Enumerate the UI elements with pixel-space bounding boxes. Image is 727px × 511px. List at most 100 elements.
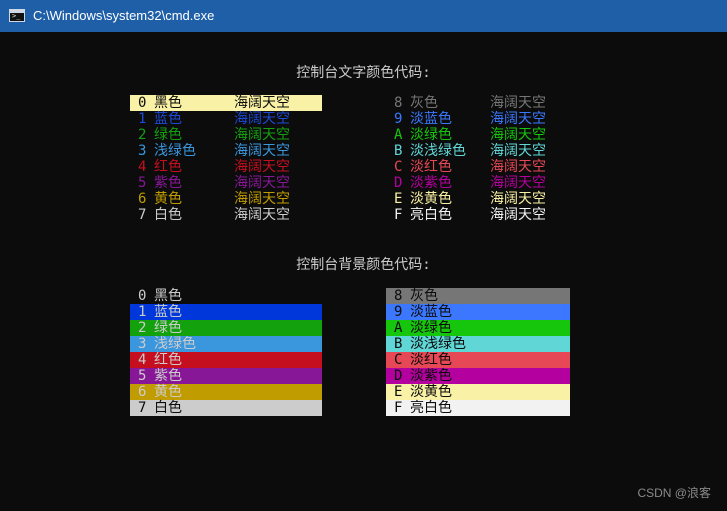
color-name: 黑色 [154, 95, 182, 111]
text-color-row: 1 蓝色 海阔天空 [130, 111, 322, 127]
text-color-heading: 控制台文字颜色代码: [296, 65, 431, 81]
text-color-row: 6 黄色 海阔天空 [130, 191, 322, 207]
color-name: 浅绿色 [154, 143, 196, 159]
bg-color-bright-swatch-row: C 淡红色 [386, 352, 570, 368]
text-color-bright-row: A 淡绿色 海阔天空 [386, 127, 570, 143]
text-color-row: 5 紫色 海阔天空 [130, 175, 322, 191]
color-name: 淡紫色 [410, 175, 452, 191]
sample-text: 海阔天空 [234, 159, 290, 175]
color-code: D [394, 175, 403, 191]
color-code: 3 [138, 143, 147, 159]
color-code: C [394, 352, 403, 368]
text-color-bright-row: B 淡浅绿色 海阔天空 [386, 143, 570, 159]
color-code: 6 [138, 384, 147, 400]
color-code: 9 [394, 304, 403, 320]
bg-color-bright-swatch-row: 9 淡蓝色 [386, 304, 570, 320]
color-code: A [394, 127, 403, 143]
color-name: 绿色 [154, 320, 182, 336]
color-code: 1 [138, 111, 147, 127]
color-name: 红色 [154, 159, 182, 175]
color-name: 红色 [154, 352, 182, 368]
color-code: 0 [138, 95, 147, 111]
color-name: 黑色 [154, 288, 182, 304]
color-name: 黄色 [154, 384, 182, 400]
bg-color-bright-swatch-row: B 淡浅绿色 [386, 336, 570, 352]
color-name: 淡蓝色 [410, 304, 452, 320]
color-name: 淡浅绿色 [410, 143, 466, 159]
color-code: C [394, 159, 403, 175]
color-name: 白色 [154, 207, 182, 223]
cmd-app-icon[interactable] [9, 9, 25, 22]
color-code: B [394, 336, 403, 352]
bg-color-bright-swatch-row: E 淡黄色 [386, 384, 570, 400]
color-name: 紫色 [154, 175, 182, 191]
color-name: 黄色 [154, 191, 182, 207]
watermark: CSDN @浪客 [637, 486, 711, 500]
sample-text: 海阔天空 [234, 111, 290, 127]
color-code: 5 [138, 368, 147, 384]
sample-text: 海阔天空 [234, 143, 290, 159]
text-color-bright-row: E 淡黄色 海阔天空 [386, 191, 570, 207]
color-code: 2 [138, 127, 147, 143]
color-name: 蓝色 [154, 304, 182, 320]
sample-text: 海阔天空 [490, 143, 546, 159]
color-code: 7 [138, 207, 147, 223]
color-name: 灰色 [410, 95, 438, 111]
title-bar[interactable]: C:\Windows\system32\cmd.exe [0, 0, 727, 32]
bg-color-swatch-row: 3 浅绿色 [130, 336, 322, 352]
background-color-heading: 控制台背景颜色代码: [296, 257, 431, 273]
sample-text: 海阔天空 [490, 191, 546, 207]
color-name: 亮白色 [410, 400, 452, 416]
bg-color-swatch-row: 5 紫色 [130, 368, 322, 384]
bg-color-swatch-row: 1 蓝色 [130, 304, 322, 320]
sample-text: 海阔天空 [490, 127, 546, 143]
sample-text: 海阔天空 [234, 175, 290, 191]
text-color-bright-row: 8 灰色 海阔天空 [386, 95, 570, 111]
color-name: 淡紫色 [410, 368, 452, 384]
color-code: 1 [138, 304, 147, 320]
sample-text: 海阔天空 [490, 95, 546, 111]
bg-color-bright-swatch-row: A 淡绿色 [386, 320, 570, 336]
color-code: F [394, 400, 403, 416]
text-color-bright-row: C 淡红色 海阔天空 [386, 159, 570, 175]
text-color-row: 2 绿色 海阔天空 [130, 127, 322, 143]
color-name: 淡红色 [410, 352, 452, 368]
sample-text: 海阔天空 [490, 175, 546, 191]
sample-text: 海阔天空 [234, 95, 290, 111]
color-name: 亮白色 [410, 207, 452, 223]
text-color-bright-row: 9 淡蓝色 海阔天空 [386, 111, 570, 127]
bg-color-swatch-row: 0 黑色 [130, 288, 322, 304]
sample-text: 海阔天空 [234, 127, 290, 143]
bg-color-swatch-row: 4 红色 [130, 352, 322, 368]
color-code: E [394, 191, 403, 207]
color-name: 淡绿色 [410, 127, 452, 143]
bg-color-bright-swatch-row: 8 灰色 [386, 288, 570, 304]
color-code: 3 [138, 336, 147, 352]
color-code: B [394, 143, 403, 159]
color-code: 0 [138, 288, 147, 304]
color-code: 7 [138, 400, 147, 416]
color-code: 8 [394, 288, 403, 304]
bg-color-swatch-row: 6 黄色 [130, 384, 322, 400]
sample-text: 海阔天空 [490, 111, 546, 127]
color-code: 2 [138, 320, 147, 336]
color-name: 淡黄色 [410, 384, 452, 400]
color-name: 淡红色 [410, 159, 452, 175]
color-code: 4 [138, 352, 147, 368]
color-code: A [394, 320, 403, 336]
color-name: 蓝色 [154, 111, 182, 127]
text-color-row: 3 浅绿色 海阔天空 [130, 143, 322, 159]
text-color-row: 7 白色 海阔天空 [130, 207, 322, 223]
bg-color-swatch-row: 7 白色 [130, 400, 322, 416]
sample-text: 海阔天空 [234, 191, 290, 207]
text-color-row: 0 黑色 海阔天空 [130, 95, 322, 111]
console-output[interactable]: 控制台文字颜色代码: 0 黑色 海阔天空 1 蓝色 海阔天空 2 绿色 海阔天空 3 浅绿色 海阔天空… [0, 32, 727, 511]
text-color-row: 4 红色 海阔天空 [130, 159, 322, 175]
color-code: 8 [394, 95, 403, 111]
sample-text: 海阔天空 [490, 207, 546, 223]
window-title: C:\Windows\system32\cmd.exe [33, 8, 215, 23]
color-name: 白色 [154, 400, 182, 416]
color-code: 9 [394, 111, 403, 127]
color-code: D [394, 368, 403, 384]
color-code: E [394, 384, 403, 400]
